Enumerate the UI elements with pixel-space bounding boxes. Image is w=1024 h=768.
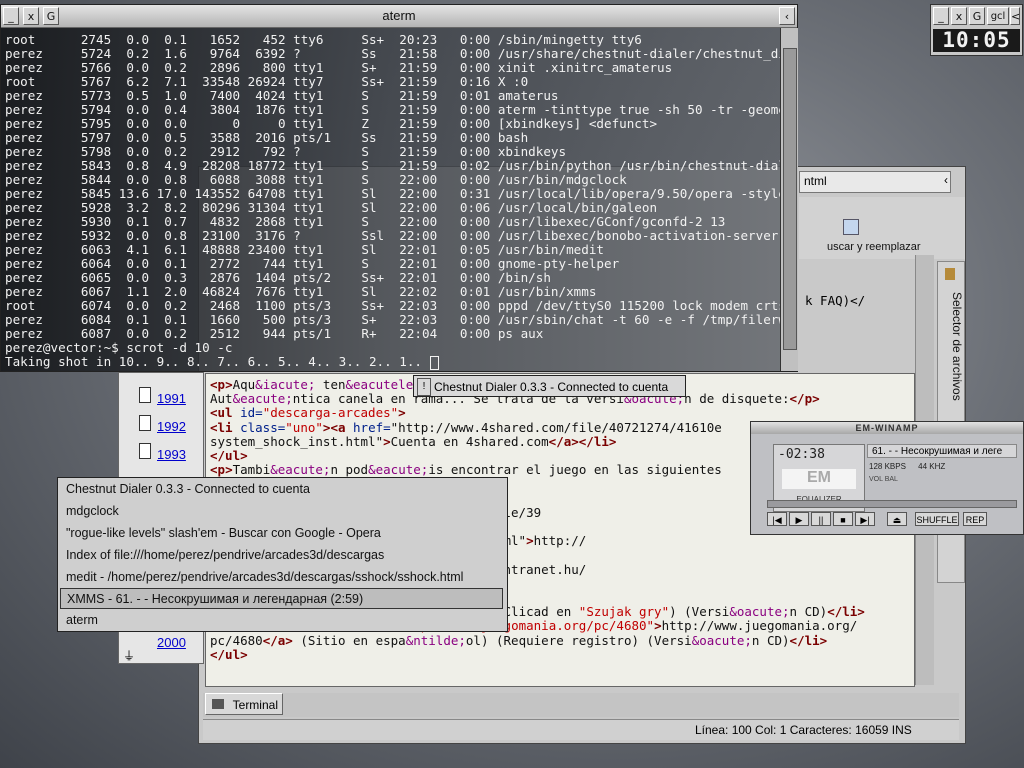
bitrate-info: 128 KBPS 44 KHZ	[869, 462, 945, 471]
terminal-scrollbar[interactable]	[780, 28, 798, 371]
mdgclock-window: _ x G gcl < 10:05	[930, 4, 1023, 56]
grab-icon[interactable]: G	[969, 7, 985, 25]
file-icon	[139, 415, 151, 431]
file-icon	[139, 443, 151, 459]
terminal-line: perez 5773 0.5 1.0 7400 4024 tty1 S 21:5…	[5, 88, 559, 103]
bottom-panel-tabs: Terminal	[203, 693, 959, 717]
terminal-line: root 5767 6.2 7.1 33548 26924 tty7 Ss+ 2…	[5, 74, 529, 89]
terminal-line: perez 6063 4.1 6.1 48888 23400 tty1 Sl 2…	[5, 242, 604, 257]
status-bar: Línea: 100 Col: 1 Caracteres: 16059 INS	[203, 719, 959, 740]
find-replace-button[interactable]: uscar y reemplazar	[827, 241, 921, 253]
aterm-window: _ x G aterm ‹ root 2745 0.0 0.1 1652 452…	[0, 4, 798, 372]
terminal-line: perez 5930 0.1 0.7 4832 2868 tty1 S 22:0…	[5, 214, 726, 229]
stop-icon[interactable]: ■	[833, 512, 853, 526]
terminal-lines: root 2745 0.0 0.1 1652 452 tty6 Ss+ 20:2…	[5, 33, 780, 370]
editor-tab-label: ntml	[804, 174, 827, 188]
terminal-line: perez 5843 0.8 4.9 28208 18772 tty1 S 21…	[5, 158, 780, 173]
year-link-1991[interactable]: 1991	[157, 391, 186, 406]
find-replace-icon[interactable]	[843, 219, 859, 235]
player-logo: EM	[782, 469, 856, 489]
close-icon[interactable]: x	[951, 7, 967, 25]
terminal-line: root 6074 0.0 0.2 2468 1100 pts/3 Ss+ 22…	[5, 298, 780, 313]
tooltip-text: Chestnut Dialer 0.3.3 - Connected to cue…	[434, 380, 669, 394]
terminal-line: perez 5794 0.0 0.4 3804 1876 tty1 S 21:5…	[5, 102, 780, 117]
terminal-icon	[212, 699, 224, 709]
terminal-output[interactable]: root 2745 0.0 0.1 1652 452 tty6 Ss+ 20:2…	[1, 28, 780, 371]
terminal-line: perez 6067 1.1 2.0 46824 7676 tty1 Sl 22…	[5, 284, 597, 299]
scrollbar-thumb[interactable]	[783, 48, 797, 350]
window-list-item[interactable]: medit - /home/perez/pendrive/arcades3d/d…	[60, 567, 503, 588]
clock-time: 10:05	[933, 29, 1020, 52]
code-line: pc/4680</a> (Sitio en espa&ntilde;ol) (R…	[210, 632, 828, 648]
code-line: </ul>	[210, 646, 248, 662]
editor-toolbar: uscar y reemplazar	[799, 197, 965, 259]
file-icon	[139, 387, 151, 403]
player-titlebar[interactable]: EM-WINAMP	[751, 422, 1023, 434]
terminal-line: perez 5724 0.2 1.6 9764 6392 ? Ss 21:58 …	[5, 46, 780, 61]
file-selector-label: Selector de archivos	[950, 292, 964, 401]
alert-icon: !	[417, 378, 431, 396]
kbps-label: 128 KBPS	[869, 462, 906, 471]
tab-terminal-label: Terminal	[232, 698, 278, 712]
chevron-left-icon[interactable]: ‹	[779, 7, 795, 25]
year-link-1992[interactable]: 1992	[157, 419, 186, 434]
year-link-1993[interactable]: 1993	[157, 447, 186, 462]
window-list-menu: Chestnut Dialer 0.3.3 - Connected to cue…	[57, 477, 508, 632]
aterm-titlebar[interactable]: _ x G aterm ‹	[1, 5, 797, 28]
tab-terminal[interactable]: Terminal	[205, 693, 283, 715]
chevron-left-icon[interactable]: <	[1010, 7, 1020, 25]
player-time: -02:38	[778, 447, 825, 462]
code-line: <ul id="descarga-arcades">	[210, 405, 406, 421]
window-list-item[interactable]: Index of file:///home/perez/pendrive/arc…	[60, 545, 503, 566]
track-title: 61. - - Несокрушимая и леге	[867, 444, 1017, 458]
repeat-button[interactable]: REP	[963, 512, 987, 526]
terminal-line: perez 6065 0.0 0.3 2876 1404 pts/2 Ss+ 2…	[5, 270, 551, 285]
window-list-item[interactable]: Chestnut Dialer 0.3.3 - Connected to cue…	[60, 479, 503, 500]
terminal-line: perez 6084 0.1 0.1 1660 500 pts/3 S+ 22:…	[5, 312, 780, 327]
xmms-player: EM-WINAMP -02:38 EM EQUALIZER 61. - - Не…	[750, 421, 1024, 535]
terminal-line: perez 5798 0.0 0.2 2912 792 ? S 21:59 0:…	[5, 144, 567, 159]
plug-icon: ⏚	[123, 649, 136, 663]
chevron-left-icon[interactable]: ‹	[944, 173, 948, 187]
terminal-line: perez 6064 0.0 0.1 2772 744 tty1 S 22:01…	[5, 256, 620, 271]
minimize-icon[interactable]: _	[933, 7, 949, 25]
terminal-line: Taking shot in 10.. 9.. 8.. 7.. 6.. 5.. …	[5, 355, 780, 370]
terminal-line: perez 5845 13.6 17.0 143552 64708 tty1 S…	[5, 186, 780, 201]
khz-label: 44 KHZ	[918, 462, 946, 471]
window-list-item[interactable]: aterm	[60, 610, 503, 631]
terminal-cursor	[429, 355, 439, 370]
seek-bar[interactable]	[767, 500, 1017, 508]
code-fragment: k FAQ)</	[805, 293, 866, 308]
eject-icon[interactable]: ⏏	[887, 512, 907, 526]
window-list-item[interactable]: mdgclock	[60, 501, 503, 522]
next-icon[interactable]: ▶|	[855, 512, 875, 526]
previous-icon[interactable]: |◀	[767, 512, 787, 526]
shuffle-button[interactable]: SHUFFLE	[915, 512, 959, 526]
window-list-item-selected[interactable]: XMMS - 61. - - Несокрушимая и легендарна…	[60, 588, 503, 609]
terminal-line: perez 5844 0.0 0.8 6088 3088 tty1 S 22:0…	[5, 172, 627, 187]
clock-title[interactable]: gcl	[987, 7, 1009, 25]
play-icon[interactable]: ▶	[789, 512, 809, 526]
year-link-2000[interactable]: 2000	[157, 635, 186, 650]
window-list-item[interactable]: "rogue-like levels" slash'em - Buscar co…	[60, 523, 503, 544]
folder-icon	[945, 268, 955, 280]
terminal-line: perez 5932 0.0 0.8 23100 3176 ? Ssl 22:0…	[5, 228, 780, 243]
terminal-line: perez 5795 0.0 0.0 0 0 tty1 Z 21:59 0:00…	[5, 116, 658, 131]
terminal-line: perez 6087 0.0 0.2 2512 944 pts/1 R+ 22:…	[5, 326, 544, 341]
terminal-line: perez 5797 0.0 0.5 3588 2016 pts/1 Ss 21…	[5, 130, 529, 145]
aterm-title: aterm	[382, 8, 416, 23]
terminal-line: perez@vector:~$ scrot -d 10 -c	[5, 340, 233, 355]
terminal-line: perez 5928 3.2 8.2 80296 31304 tty1 Sl 2…	[5, 200, 658, 215]
dialer-status-tooltip: ! Chestnut Dialer 0.3.3 - Connected to c…	[413, 375, 686, 397]
cursor-status: Línea: 100 Col: 1 Caracteres: 16059 INS	[695, 723, 912, 737]
volume-balance[interactable]: VOL BAL	[869, 476, 1009, 484]
editor-document-tab[interactable]: ntml ‹	[799, 171, 951, 193]
terminal-line: perez 5766 0.0 0.2 2896 800 tty1 S+ 21:5…	[5, 60, 673, 75]
pause-icon[interactable]: ||	[811, 512, 831, 526]
terminal-line: root 2745 0.0 0.1 1652 452 tty6 Ss+ 20:2…	[5, 32, 642, 47]
